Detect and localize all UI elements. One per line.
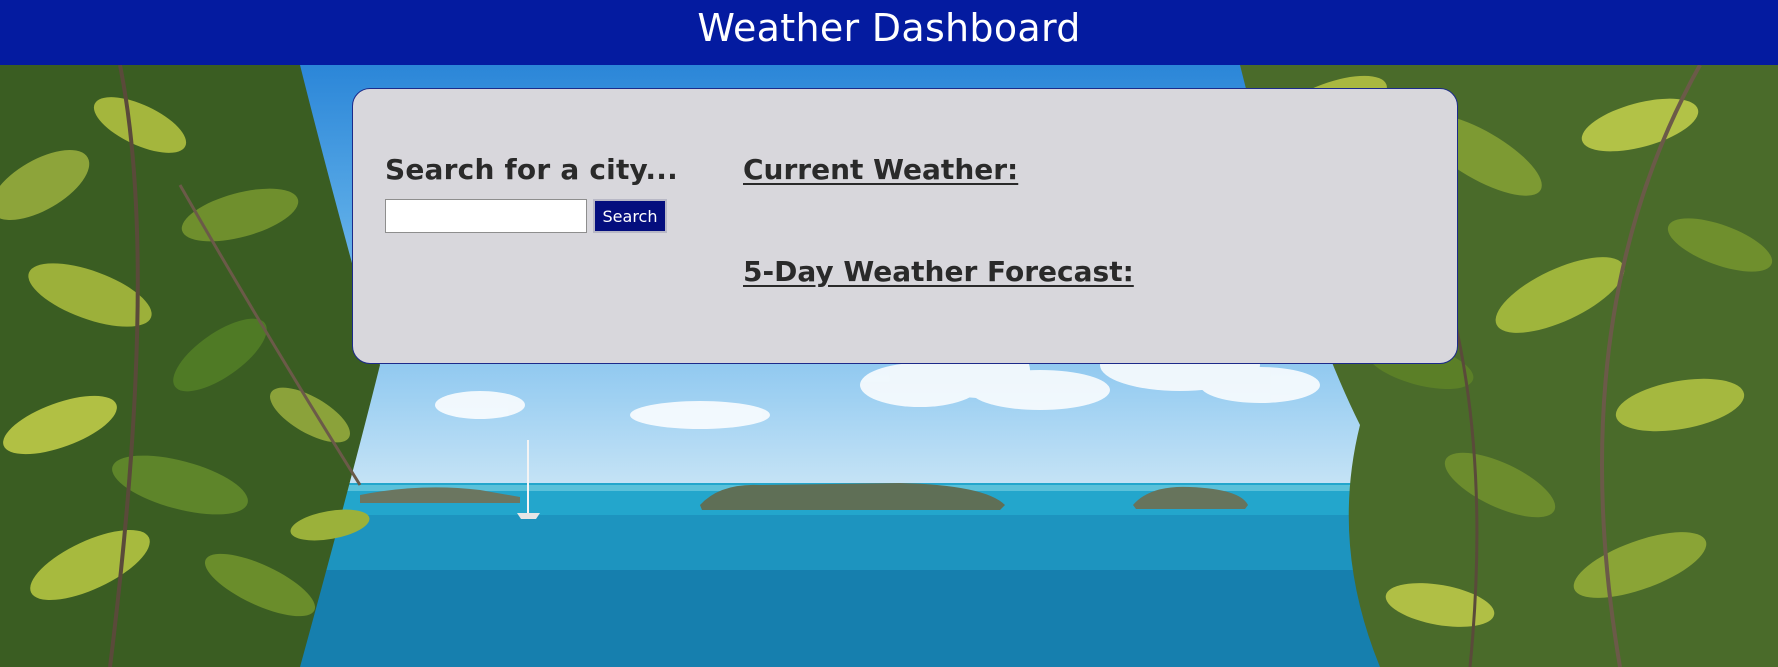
city-search-input[interactable] xyxy=(385,199,587,233)
header-bar: Weather Dashboard xyxy=(0,0,1778,65)
search-heading: Search for a city... xyxy=(385,153,678,186)
search-button[interactable]: Search xyxy=(593,199,667,233)
page-title: Weather Dashboard xyxy=(697,6,1081,50)
forecast-heading: 5-Day Weather Forecast: xyxy=(743,255,1134,288)
current-weather-heading: Current Weather: xyxy=(743,153,1019,186)
dashboard-card: Search for a city... Search Current Weat… xyxy=(352,88,1458,364)
